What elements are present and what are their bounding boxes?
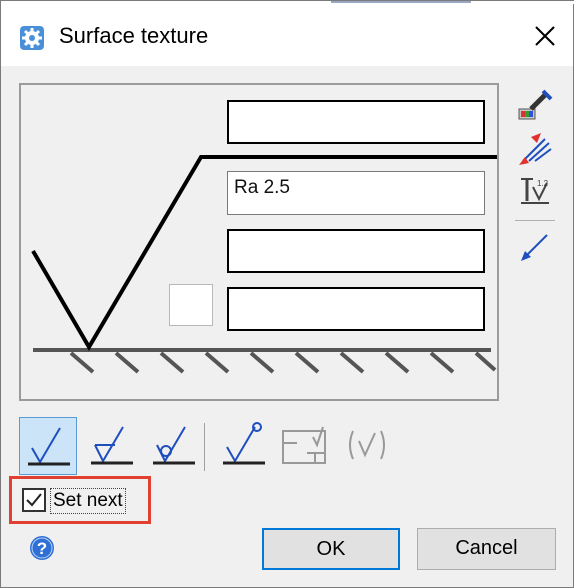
ok-button[interactable]: OK — [262, 528, 400, 570]
title-bar: Surface texture — [1, 4, 573, 66]
parenthesis-check-icon — [349, 430, 385, 460]
basic-check-icon — [28, 427, 70, 466]
symbol-toolbar-separator — [204, 423, 205, 471]
machined-symbol-button[interactable] — [83, 417, 141, 475]
parenthesis-symbol-button[interactable] — [339, 417, 397, 475]
set-next-label[interactable]: Set next — [50, 488, 126, 514]
bottom-value-field[interactable] — [227, 287, 485, 331]
no-removal-check-icon — [153, 426, 195, 465]
checkmark-icon — [26, 493, 42, 507]
roughness-value-field[interactable]: Ra 2.5 — [227, 171, 485, 215]
basic-symbol-button[interactable] — [19, 417, 77, 475]
gear-icon — [20, 26, 44, 50]
text-style-icon[interactable]: 1.2 — [515, 173, 555, 209]
all-around-symbol-button[interactable] — [215, 417, 273, 475]
upper-value-field[interactable] — [227, 100, 485, 144]
machined-check-icon — [91, 426, 133, 465]
lower-value-field[interactable] — [227, 229, 485, 273]
symbol-preview-panel: Ra 2.5 — [19, 83, 499, 401]
brush-icon[interactable] — [515, 89, 555, 125]
surface-texture-dialog: Surface texture Ra 2.5 1.2 Set next ? OK… — [0, 0, 574, 588]
close-icon[interactable] — [521, 14, 569, 58]
leader-arrow-icon[interactable] — [515, 229, 555, 265]
frame-icon — [282, 426, 326, 464]
toolbar-separator — [515, 220, 555, 221]
no-removal-symbol-button[interactable] — [145, 417, 203, 475]
set-next-highlight: Set next — [9, 476, 151, 524]
svg-text:1.2: 1.2 — [537, 179, 549, 188]
set-next-checkbox[interactable] — [22, 488, 46, 512]
all-around-check-icon — [223, 422, 265, 465]
svg-text:?: ? — [37, 539, 47, 558]
frame-symbol-button[interactable] — [277, 417, 335, 475]
lay-direction-box[interactable] — [169, 284, 213, 326]
help-icon[interactable]: ? — [27, 533, 57, 563]
arrow-fan-icon[interactable] — [515, 131, 555, 167]
dialog-title: Surface texture — [59, 23, 209, 48]
cancel-button[interactable]: Cancel — [417, 528, 556, 570]
